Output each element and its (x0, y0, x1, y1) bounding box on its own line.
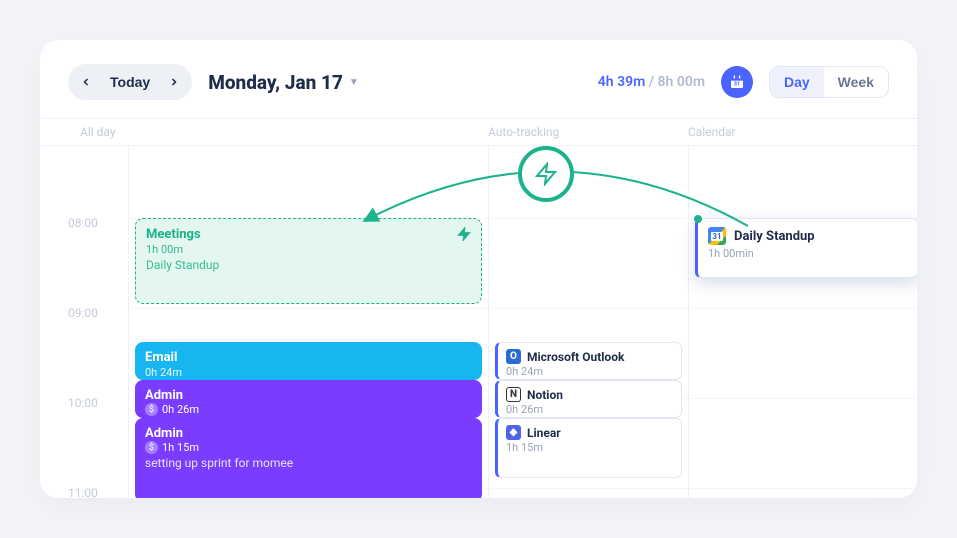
col-autotrack-label: Auto-tracking (488, 125, 688, 139)
event-duration: 0h 26m (162, 403, 199, 416)
bolt-icon (534, 162, 558, 186)
col-calendar-label: Calendar (688, 125, 908, 139)
event-duration: 1h 00m (146, 243, 471, 256)
event-duration: 1h 15m (162, 441, 199, 454)
total-time: 8h 00m (658, 74, 705, 90)
hour-label: 10:00 (68, 396, 128, 486)
automation-bolt-badge (518, 146, 574, 202)
today-button[interactable]: Today (100, 68, 160, 96)
calendar-event-name: Daily Standup (734, 229, 815, 244)
app-duration: 0h 26m (506, 403, 673, 416)
view-toggle: Day Week (769, 66, 889, 98)
linear-icon: ◆ (506, 425, 521, 440)
calendar-event-daily-standup[interactable]: Daily Standup 1h 00min (695, 218, 917, 278)
google-calendar-icon (708, 227, 726, 245)
track-notion[interactable]: N Notion 0h 26m (495, 380, 682, 418)
outlook-icon: O (506, 349, 521, 364)
event-description: Daily Standup (146, 258, 471, 272)
col-allday-label: All day (80, 125, 488, 139)
events-lane[interactable]: Meetings 1h 00m Daily Standup Email 0h 2… (128, 146, 488, 498)
event-admin-1[interactable]: Admin $0h 26m (135, 380, 482, 418)
column-headers: All day Auto-tracking Calendar (40, 118, 917, 146)
hour-label: 11:00 (68, 486, 128, 498)
time-axis: 08:00 09:00 10:00 11:00 (68, 146, 128, 498)
next-day-button[interactable] (160, 68, 188, 96)
hour-label: 09:00 (68, 306, 128, 396)
billable-icon: $ (145, 403, 158, 416)
tracked-time: 4h 39m (598, 74, 645, 90)
app-name: Linear (527, 426, 561, 440)
event-duration: 0h 24m (145, 366, 472, 379)
date-title-text: Monday, Jan 17 (208, 71, 343, 94)
app-name: Microsoft Outlook (527, 350, 624, 364)
event-admin-2[interactable]: Admin $1h 15m setting up sprint for mome… (135, 418, 482, 498)
autotrack-lane[interactable]: O Microsoft Outlook 0h 24m N Notion 0h 26m… (488, 146, 688, 498)
app-duration: 1h 15m (506, 441, 673, 454)
track-linear[interactable]: ◆ Linear 1h 15m (495, 418, 682, 478)
view-day-button[interactable]: Day (770, 67, 824, 97)
sync-dot-icon (694, 215, 702, 223)
bolt-icon (457, 227, 471, 245)
svg-text:31: 31 (734, 81, 740, 87)
app-name: Notion (527, 388, 563, 402)
event-title: Email (145, 350, 472, 365)
header-bar: Today Monday, Jan 17 ▼ 4h 39m / 8h 00m 3… (68, 64, 889, 100)
event-email[interactable]: Email 0h 24m (135, 342, 482, 380)
app-duration: 0h 24m (506, 365, 673, 378)
date-nav-group: Today (68, 64, 192, 100)
track-outlook[interactable]: O Microsoft Outlook 0h 24m (495, 342, 682, 380)
event-title: Meetings (146, 227, 471, 242)
view-week-button[interactable]: Week (824, 67, 888, 97)
event-description: setting up sprint for momee (145, 456, 472, 470)
caret-down-icon: ▼ (349, 77, 359, 88)
calendar-event-duration: 1h 00min (708, 247, 907, 260)
hour-label: 08:00 (68, 216, 128, 306)
calendar-lane[interactable]: Daily Standup 1h 00min (688, 146, 908, 498)
calendar-icon-button[interactable]: 31 (721, 66, 753, 98)
chevron-right-icon (168, 76, 180, 88)
billable-icon: $ (145, 441, 158, 454)
notion-icon: N (506, 387, 521, 402)
event-meetings[interactable]: Meetings 1h 00m Daily Standup (135, 218, 482, 304)
event-title: Admin (145, 388, 472, 403)
chevron-left-icon (80, 76, 92, 88)
calendar-icon: 31 (729, 74, 745, 90)
event-title: Admin (145, 426, 472, 441)
date-title[interactable]: Monday, Jan 17 ▼ (208, 71, 359, 94)
prev-day-button[interactable] (72, 68, 100, 96)
time-stats: 4h 39m / 8h 00m (598, 74, 705, 90)
timeline-grid: 08:00 09:00 10:00 11:00 Meetings 1h 00m … (40, 146, 917, 498)
